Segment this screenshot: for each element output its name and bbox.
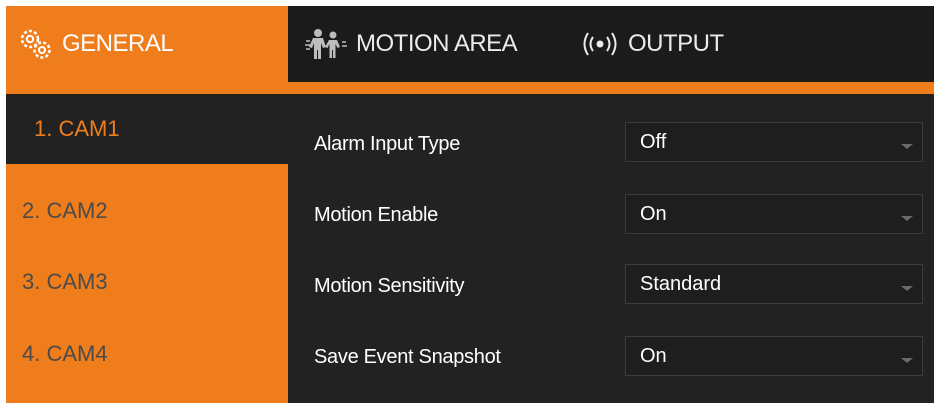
camera-item-label: 3. CAM3 <box>22 269 108 294</box>
camera-item-label: 2. CAM2 <box>22 198 108 223</box>
select-value: On <box>640 202 667 225</box>
select-value: Standard <box>640 272 722 295</box>
motion-sensitivity-label: Motion Sensitivity <box>314 275 465 297</box>
gears-icon <box>18 27 54 61</box>
tab-bar: GENERAL MOTION AREA OUTPUT <box>6 6 934 82</box>
settings-window: GENERAL MOTION AREA OUTPUT 1. CAM1 2. CA… <box>6 6 934 403</box>
tab-general-label: GENERAL <box>62 30 174 57</box>
camera-item-label: 1. CAM1 <box>34 116 120 141</box>
camera-list: 1. CAM1 2. CAM2 3. CAM3 4. CAM4 <box>6 94 288 403</box>
camera-item-1[interactable]: 1. CAM1 <box>6 94 288 164</box>
save-event-snapshot-select[interactable]: On <box>625 336 923 376</box>
select-value: On <box>640 344 667 367</box>
motion-sensitivity-select[interactable]: Standard <box>625 264 923 304</box>
select-value: Off <box>640 130 667 153</box>
dropdown-caret-icon <box>901 358 913 363</box>
dropdown-caret-icon <box>901 144 913 149</box>
tab-output-label: OUTPUT <box>628 30 724 57</box>
tab-general[interactable]: GENERAL <box>6 6 288 82</box>
alarm-input-type-select[interactable]: Off <box>625 122 923 162</box>
camera-item-label: 4. CAM4 <box>22 341 108 366</box>
tab-motion-area[interactable]: MOTION AREA <box>294 6 518 82</box>
camera-item-4[interactable]: 4. CAM4 <box>6 318 288 390</box>
alarm-input-type-label: Alarm Input Type <box>314 133 461 155</box>
camera-item-3[interactable]: 3. CAM3 <box>6 246 288 318</box>
motion-enable-label: Motion Enable <box>314 204 438 226</box>
motion-people-icon <box>304 27 348 61</box>
broadcast-icon <box>580 29 620 59</box>
motion-enable-select[interactable]: On <box>625 194 923 234</box>
dropdown-caret-icon <box>901 286 913 291</box>
dropdown-caret-icon <box>901 216 913 221</box>
save-event-snapshot-label: Save Event Snapshot <box>314 346 501 368</box>
tab-motion-area-label: MOTION AREA <box>356 30 518 57</box>
camera-item-2[interactable]: 2. CAM2 <box>6 176 288 246</box>
tab-output[interactable]: OUTPUT <box>580 6 724 82</box>
tab-underline <box>6 82 934 94</box>
